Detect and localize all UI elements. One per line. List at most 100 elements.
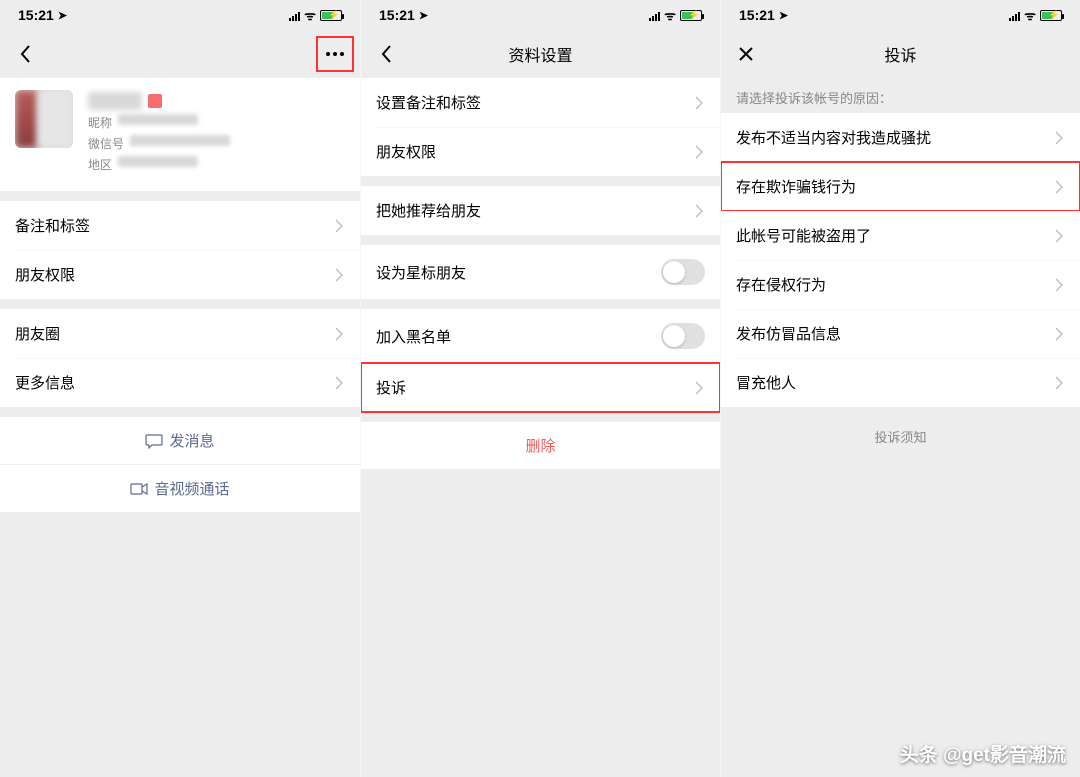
chevron-right-icon (1055, 229, 1065, 243)
chevron-right-icon (695, 381, 705, 395)
reason-harass[interactable]: 发布不适当内容对我造成骚扰 (721, 113, 1080, 162)
reason-infringe[interactable]: 存在侵权行为 (721, 260, 1080, 309)
item-set-remark[interactable]: 设置备注和标签 (361, 78, 720, 127)
reason-prompt: 请选择投诉该帐号的原因： (721, 78, 1080, 113)
screen-settings: 15:21 ➤ ᯤ ⚡ 资料设置 设置备注和标签 朋友权限 把她推荐给朋友 (360, 0, 720, 777)
reason-impersonate[interactable]: 冒充他人 (721, 358, 1080, 407)
region-value (118, 156, 198, 167)
nickname-label: 昵称 (88, 114, 112, 131)
signal-icon (649, 10, 660, 21)
signal-icon (1009, 10, 1020, 21)
status-bar: 15:21 ➤ ᯤ ⚡ (361, 0, 720, 30)
delete-button[interactable]: 删除 (361, 422, 720, 469)
item-label: 发布不适当内容对我造成骚扰 (736, 127, 931, 148)
item-remark[interactable]: 备注和标签 (0, 201, 360, 250)
item-star[interactable]: 设为星标朋友 (361, 245, 720, 299)
chevron-right-icon (695, 204, 705, 218)
video-icon (130, 483, 148, 495)
item-recommend[interactable]: 把她推荐给朋友 (361, 186, 720, 235)
status-time: 15:21 (739, 7, 775, 23)
item-label: 存在侵权行为 (736, 274, 826, 295)
profile-info: 昵称 微信号 地区 (88, 90, 345, 173)
avatar[interactable] (15, 90, 73, 148)
chevron-right-icon (335, 219, 345, 233)
item-label: 加入黑名单 (376, 326, 451, 347)
item-complaint[interactable]: 投诉 (361, 363, 720, 412)
signal-icon (289, 10, 300, 21)
button-label: 删除 (525, 438, 555, 455)
wifi-icon: ᯤ (664, 6, 676, 24)
content: 设置备注和标签 朋友权限 把她推荐给朋友 设为星标朋友 加入黑名单 投诉 删除 (361, 78, 720, 777)
reason-fraud[interactable]: 存在欺诈骗钱行为 (721, 162, 1080, 211)
status-time: 15:21 (379, 7, 415, 23)
back-button[interactable] (373, 41, 399, 67)
item-label: 设置备注和标签 (376, 92, 481, 113)
item-label: 朋友圈 (15, 323, 60, 344)
item-label: 把她推荐给朋友 (376, 200, 481, 221)
item-label: 朋友权限 (15, 264, 75, 285)
item-blacklist[interactable]: 加入黑名单 (361, 309, 720, 363)
star-toggle[interactable] (661, 259, 705, 285)
screen-complaint: 15:21 ➤ ᯤ ⚡ 投诉 请选择投诉该帐号的原因： 发布不适当内容对我造成骚… (720, 0, 1080, 777)
wifi-icon: ᯤ (1024, 6, 1036, 24)
chevron-right-icon (695, 96, 705, 110)
item-label: 备注和标签 (15, 215, 90, 236)
button-label: 音视频通话 (154, 478, 229, 499)
video-call-button[interactable]: 音视频通话 (0, 464, 360, 512)
nav-bar: 资料设置 (361, 30, 720, 78)
complaint-notice-link[interactable]: 投诉须知 (721, 407, 1080, 466)
nav-bar: 投诉 (721, 30, 1080, 78)
item-label: 此帐号可能被盗用了 (736, 225, 871, 246)
more-button[interactable] (322, 41, 348, 67)
blacklist-toggle[interactable] (661, 323, 705, 349)
status-bar: 15:21 ➤ ᯤ ⚡ (721, 0, 1080, 30)
button-label: 发消息 (169, 430, 214, 451)
chevron-right-icon (335, 268, 345, 282)
region-label: 地区 (88, 156, 112, 173)
profile-name (88, 92, 142, 110)
content: 请选择投诉该帐号的原因： 发布不适当内容对我造成骚扰 存在欺诈骗钱行为 此帐号可… (721, 78, 1080, 777)
reason-stolen[interactable]: 此帐号可能被盗用了 (721, 211, 1080, 260)
battery-icon: ⚡ (320, 10, 342, 21)
chevron-right-icon (695, 145, 705, 159)
send-message-button[interactable]: 发消息 (0, 417, 360, 464)
location-icon: ➤ (419, 9, 428, 22)
chevron-right-icon (1055, 180, 1065, 194)
battery-icon: ⚡ (1040, 10, 1062, 21)
item-label: 存在欺诈骗钱行为 (736, 176, 856, 197)
chevron-left-icon (19, 44, 31, 64)
battery-icon: ⚡ (680, 10, 702, 21)
chevron-right-icon (1055, 376, 1065, 390)
reason-fake[interactable]: 发布仿冒品信息 (721, 309, 1080, 358)
nickname-value (118, 114, 198, 125)
link-label: 投诉须知 (874, 430, 926, 445)
item-label: 发布仿冒品信息 (736, 323, 841, 344)
item-more[interactable]: 更多信息 (0, 358, 360, 407)
wifi-icon: ᯤ (304, 6, 316, 24)
chevron-right-icon (1055, 327, 1065, 341)
page-title: 资料设置 (508, 42, 572, 66)
chevron-right-icon (1055, 131, 1065, 145)
close-icon (738, 46, 754, 62)
chevron-right-icon (1055, 278, 1065, 292)
gender-icon (148, 94, 162, 108)
nav-bar (0, 30, 360, 78)
chat-icon (145, 433, 163, 449)
item-moments[interactable]: 朋友圈 (0, 309, 360, 358)
chevron-left-icon (380, 44, 392, 64)
back-button[interactable] (12, 41, 38, 67)
more-icon (325, 51, 345, 57)
item-permission[interactable]: 朋友权限 (0, 250, 360, 299)
location-icon: ➤ (779, 9, 788, 22)
wechat-label: 微信号 (88, 135, 124, 152)
chevron-right-icon (335, 327, 345, 341)
close-button[interactable] (733, 41, 759, 67)
status-bar: 15:21 ➤ ᯤ ⚡ (0, 0, 360, 30)
wechat-value (130, 135, 230, 146)
item-permission[interactable]: 朋友权限 (361, 127, 720, 176)
profile-header: 昵称 微信号 地区 (0, 78, 360, 191)
page-title: 投诉 (884, 42, 916, 66)
item-label: 设为星标朋友 (376, 262, 466, 283)
item-label: 朋友权限 (376, 141, 436, 162)
screen-profile: 15:21 ➤ ᯤ ⚡ 昵称 微信号 地区 (0, 0, 360, 777)
